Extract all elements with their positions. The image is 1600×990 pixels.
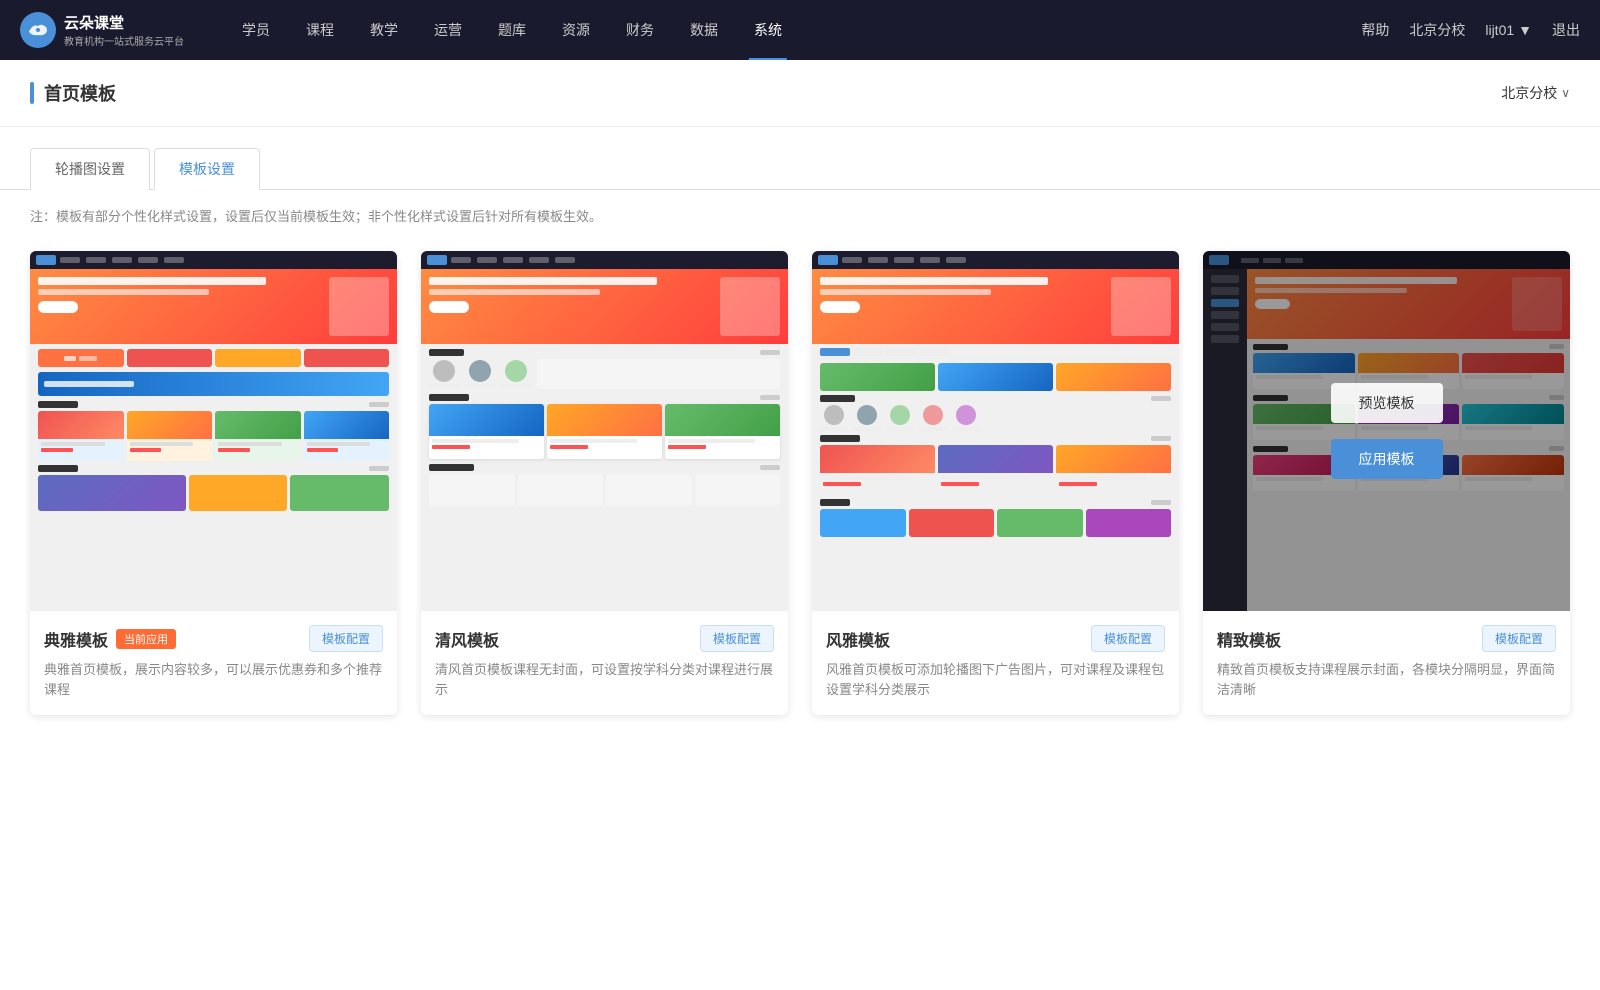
nav-item-courses[interactable]: 课程	[288, 0, 352, 60]
tabs-container: 轮播图设置 模板设置	[0, 127, 1600, 190]
branch-name: 北京分校	[1501, 83, 1557, 103]
template-mockup-1	[30, 251, 397, 611]
branch-link[interactable]: 北京分校	[1409, 20, 1465, 40]
tabs: 轮播图设置 模板设置	[30, 147, 1570, 189]
logo-icon	[20, 12, 56, 48]
note-text: 注：模板有部分个性化样式设置，设置后仅当前模板生效；非个性化样式设置后针对所有模…	[30, 209, 602, 224]
template-card-1: 典雅模板 当前应用 模板配置 典雅首页模板，展示内容较多，可以展示优惠券和多个推…	[30, 251, 397, 715]
template-name-wrap-3: 风雅模板	[826, 627, 890, 651]
template-card-2: 清风模板 模板配置 清风首页模板课程无封面，可设置按学科分类对课程进行展示	[421, 251, 788, 715]
page-title: 首页模板	[44, 80, 116, 106]
template-desc-2: 清风首页模板课程无封面，可设置按学科分类对课程进行展示	[435, 660, 774, 699]
template-mockup-2	[421, 251, 788, 611]
config-btn-4[interactable]: 模板配置	[1482, 625, 1556, 652]
navbar: 云朵课堂 教育机构一站式服务云平台 学员 课程 教学 运营 题库 资源 财务 数…	[0, 0, 1600, 60]
template-name-3: 风雅模板	[826, 627, 890, 651]
nav-item-questions[interactable]: 题库	[480, 0, 544, 60]
nav-menu: 学员 课程 教学 运营 题库 资源 财务 数据 系统	[224, 0, 1361, 60]
mock-nav-2	[421, 251, 788, 269]
nav-item-data[interactable]: 数据	[672, 0, 736, 60]
template-name-4: 精致模板	[1217, 627, 1281, 651]
nav-item-teaching[interactable]: 教学	[352, 0, 416, 60]
config-btn-3[interactable]: 模板配置	[1091, 625, 1165, 652]
config-btn-2[interactable]: 模板配置	[700, 625, 774, 652]
nav-item-system[interactable]: 系统	[736, 0, 800, 60]
template-name-1: 典雅模板	[44, 627, 108, 651]
template-card-3: 风雅模板 模板配置 风雅首页模板可添加轮播图下广告图片，可对课程及课程包设置学科…	[812, 251, 1179, 715]
logo[interactable]: 云朵课堂 教育机构一站式服务云平台	[20, 12, 184, 48]
template-name-2: 清风模板	[435, 627, 499, 651]
template-info-1: 典雅模板 当前应用 模板配置 典雅首页模板，展示内容较多，可以展示优惠券和多个推…	[30, 611, 397, 715]
template-name-wrap-4: 精致模板	[1217, 627, 1281, 651]
logo-text: 云朵课堂 教育机构一站式服务云平台	[64, 12, 184, 48]
mock-nav	[30, 251, 397, 269]
template-name-row-4: 精致模板 模板配置	[1217, 625, 1556, 652]
user-dropdown[interactable]: lijt01 ▼	[1485, 22, 1532, 38]
username: lijt01	[1485, 22, 1514, 38]
template-card-4: 预览模板 应用模板	[1203, 251, 1570, 715]
template-preview-3	[812, 251, 1179, 611]
tab-carousel[interactable]: 轮播图设置	[30, 148, 150, 190]
template-overlay-4: 预览模板 应用模板	[1203, 251, 1570, 611]
nav-item-students[interactable]: 学员	[224, 0, 288, 60]
page-header: 首页模板 北京分校 ∨	[0, 60, 1600, 127]
navbar-right: 帮助 北京分校 lijt01 ▼ 退出	[1361, 20, 1580, 40]
overlay-apply-btn[interactable]: 应用模板	[1331, 439, 1443, 479]
template-preview-2	[421, 251, 788, 611]
chevron-down-icon: ∨	[1561, 86, 1570, 100]
badge-active-1: 当前应用	[116, 629, 176, 649]
logout-link[interactable]: 退出	[1552, 20, 1580, 40]
help-link[interactable]: 帮助	[1361, 20, 1389, 40]
dropdown-arrow: ▼	[1518, 22, 1532, 38]
page-title-bar	[30, 82, 34, 104]
note-bar: 注：模板有部分个性化样式设置，设置后仅当前模板生效；非个性化样式设置后针对所有模…	[0, 190, 1600, 241]
template-desc-3: 风雅首页模板可添加轮播图下广告图片，可对课程及课程包设置学科分类展示	[826, 660, 1165, 699]
template-desc-1: 典雅首页模板，展示内容较多，可以展示优惠券和多个推荐课程	[44, 660, 383, 699]
nav-item-resources[interactable]: 资源	[544, 0, 608, 60]
page-title-wrap: 首页模板	[30, 80, 116, 106]
template-info-4: 精致模板 模板配置 精致首页模板支持课程展示封面，各模块分隔明显，界面简洁清晰	[1203, 611, 1570, 715]
mock-nav-3	[812, 251, 1179, 269]
template-name-row-3: 风雅模板 模板配置	[826, 625, 1165, 652]
nav-item-finance[interactable]: 财务	[608, 0, 672, 60]
nav-item-operations[interactable]: 运营	[416, 0, 480, 60]
template-name-wrap-1: 典雅模板 当前应用	[44, 627, 176, 651]
page-container: 首页模板 北京分校 ∨ 轮播图设置 模板设置 注：模板有部分个性化样式设置，设置…	[0, 60, 1600, 990]
branch-selector[interactable]: 北京分校 ∨	[1501, 83, 1570, 103]
config-btn-1[interactable]: 模板配置	[309, 625, 383, 652]
template-name-wrap-2: 清风模板	[435, 627, 499, 651]
template-mockup-3	[812, 251, 1179, 611]
template-preview-4: 预览模板 应用模板	[1203, 251, 1570, 611]
overlay-preview-btn[interactable]: 预览模板	[1331, 383, 1443, 423]
template-desc-4: 精致首页模板支持课程展示封面，各模块分隔明显，界面简洁清晰	[1217, 660, 1556, 699]
template-preview-1	[30, 251, 397, 611]
template-name-row-1: 典雅模板 当前应用 模板配置	[44, 625, 383, 652]
templates-grid: 典雅模板 当前应用 模板配置 典雅首页模板，展示内容较多，可以展示优惠券和多个推…	[0, 241, 1600, 755]
template-info-2: 清风模板 模板配置 清风首页模板课程无封面，可设置按学科分类对课程进行展示	[421, 611, 788, 715]
tab-template[interactable]: 模板设置	[154, 148, 260, 190]
template-info-3: 风雅模板 模板配置 风雅首页模板可添加轮播图下广告图片，可对课程及课程包设置学科…	[812, 611, 1179, 715]
template-name-row-2: 清风模板 模板配置	[435, 625, 774, 652]
